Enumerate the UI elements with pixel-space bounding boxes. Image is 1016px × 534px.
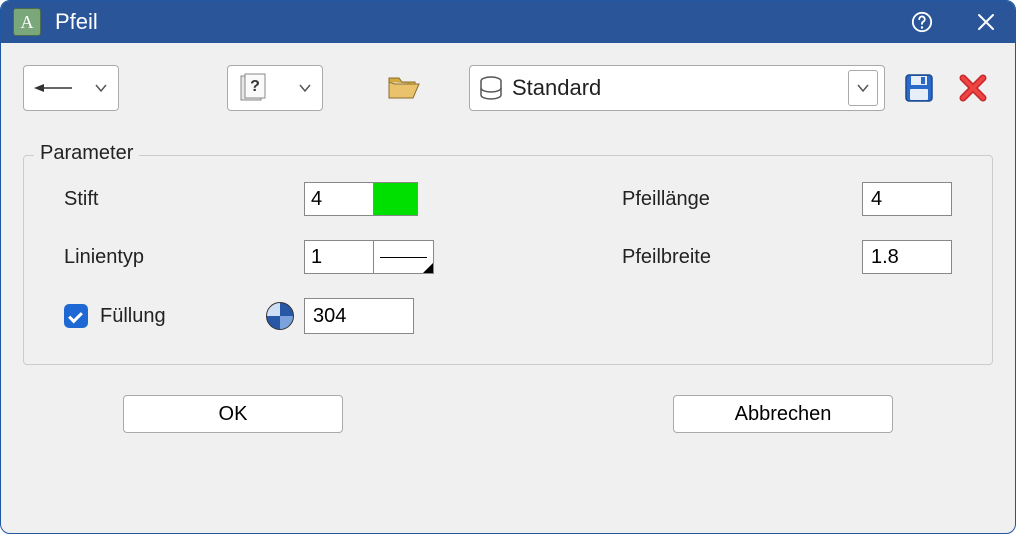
help-button[interactable] [905, 5, 939, 39]
delete-preset-button[interactable] [953, 68, 993, 108]
dialog-window: A Pfeil [0, 0, 1016, 534]
delete-icon [958, 73, 988, 103]
save-preset-button[interactable] [899, 68, 939, 108]
open-folder-button[interactable] [381, 74, 427, 102]
dialog-buttons: OK Abbrechen [23, 395, 993, 433]
stift-label: Stift [54, 188, 304, 211]
chevron-down-icon [94, 81, 108, 95]
titlebar: A Pfeil [1, 1, 1015, 43]
fuellung-checkbox[interactable] [64, 304, 88, 328]
toolbar: ? Standard [23, 65, 993, 111]
chevron-down-icon [856, 81, 870, 95]
parameter-fieldset: Parameter Stift Pfeillänge Linientyp [23, 155, 993, 365]
pfeilbreite-input[interactable] [862, 240, 952, 274]
pfeillaenge-input[interactable] [862, 182, 952, 216]
close-icon [977, 13, 995, 31]
database-icon [478, 75, 504, 101]
pfeillaenge-label: Pfeillänge [612, 188, 862, 211]
dialog-content: ? Standard [1, 43, 1015, 533]
arrow-left-icon [34, 81, 74, 95]
fuellung-label: Füllung [100, 305, 166, 328]
app-icon: A [13, 8, 41, 36]
chevron-down-icon [298, 81, 312, 95]
fieldset-legend: Parameter [34, 142, 139, 165]
ok-button[interactable]: OK [123, 395, 343, 433]
fill-color-icon[interactable] [266, 302, 294, 330]
pfeilbreite-label: Pfeilbreite [612, 246, 862, 269]
close-button[interactable] [969, 5, 1003, 39]
preset-label: Standard [504, 75, 848, 101]
folder-open-icon [387, 74, 421, 102]
fuellung-input[interactable] [304, 298, 414, 334]
stift-input[interactable] [304, 182, 374, 216]
template-dropdown[interactable]: ? [227, 65, 323, 111]
help-icon [911, 11, 933, 33]
arrow-style-dropdown[interactable] [23, 65, 119, 111]
window-title: Pfeil [55, 9, 905, 35]
cancel-button[interactable]: Abbrechen [673, 395, 893, 433]
svg-text:?: ? [250, 78, 260, 95]
preset-dropdown-button[interactable] [848, 70, 878, 106]
linientyp-label: Linientyp [54, 246, 304, 269]
linientyp-input[interactable] [304, 240, 374, 274]
stift-color-swatch[interactable] [374, 182, 418, 216]
save-icon [903, 72, 935, 104]
linetype-preview[interactable] [374, 240, 434, 274]
template-icon: ? [238, 73, 268, 103]
preset-combo[interactable]: Standard [469, 65, 885, 111]
